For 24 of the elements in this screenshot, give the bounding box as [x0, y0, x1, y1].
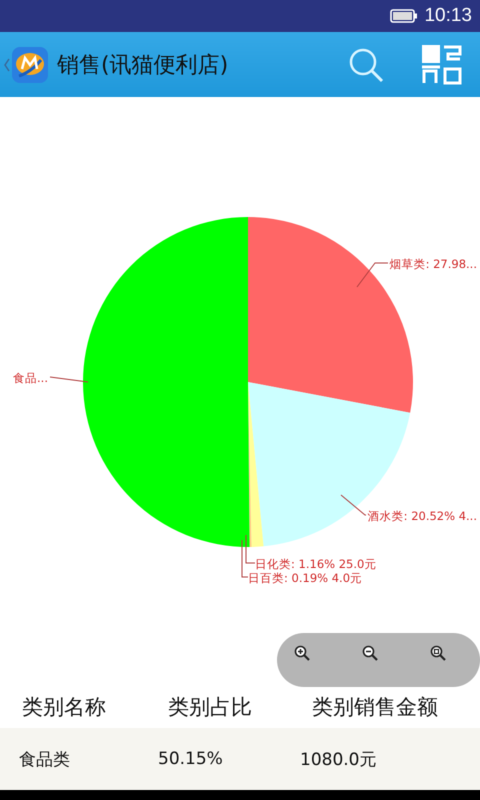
- zoom-out-icon[interactable]: [362, 645, 378, 661]
- leader-line: [340, 494, 366, 516]
- leader-line: [356, 262, 388, 288]
- status-time: 10:13: [424, 5, 472, 27]
- slice-label: 日百类: 0.19% 4.0元: [248, 571, 362, 585]
- slice-label: 日化类: 1.16% 25.0元: [255, 557, 376, 571]
- table-row[interactable]: 食品类 50.15% 1080.0元: [0, 728, 480, 790]
- table-cell-text: 1080.0元: [299, 748, 378, 770]
- slice-label: 酒水类: 20.52% 4...: [368, 509, 477, 523]
- column-header: 类别名称: [21, 694, 107, 721]
- leader-line: [246, 534, 256, 564]
- battery-icon: [390, 9, 418, 23]
- page-title: 销售(讯猫便利店): [57, 52, 230, 80]
- grid-icon[interactable]: [422, 44, 462, 84]
- zoom-in-icon[interactable]: [294, 645, 310, 661]
- table-cell-text: 食品类: [18, 748, 71, 770]
- table-cell-text: 50.15%: [157, 749, 224, 769]
- app-logo-icon: [11, 46, 49, 84]
- slice-label: 烟草类: 27.98...: [390, 257, 477, 271]
- slice-label: 食品...: [13, 371, 48, 385]
- column-header: 类别销售金额: [311, 694, 439, 721]
- column-header: 类别占比: [167, 694, 253, 721]
- leader-line: [50, 376, 88, 382]
- zoom-reset-icon[interactable]: [430, 645, 446, 661]
